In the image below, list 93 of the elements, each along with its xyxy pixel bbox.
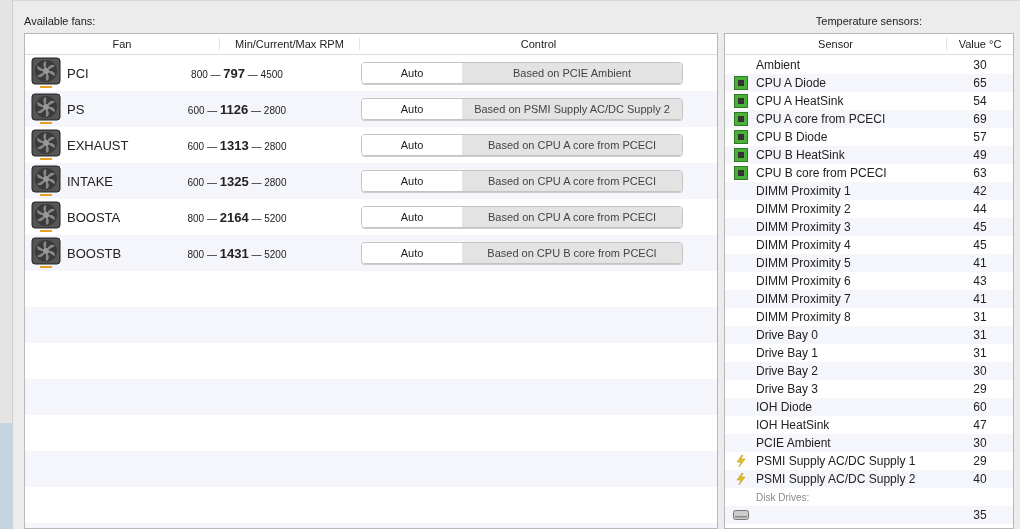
sensor-name: PSMI Supply AC/DC Supply 1 bbox=[756, 454, 916, 468]
column-header[interactable]: Control bbox=[360, 37, 717, 51]
sensor-value: 45 bbox=[972, 238, 988, 252]
column-header[interactable]: Value °C bbox=[947, 37, 1013, 51]
source-segment[interactable]: Based on PCIE Ambient bbox=[462, 63, 682, 83]
rpm-range: 600 — 1126 — 2800 bbox=[187, 101, 287, 117]
sensor-value: 63 bbox=[972, 166, 988, 180]
source-segment[interactable]: Based on CPU A core from PCECI bbox=[462, 207, 682, 227]
rpm-range: 800 — 2164 — 5200 bbox=[187, 209, 287, 225]
sensor-name: DIMM Proximity 6 bbox=[756, 274, 851, 288]
sensor-value: 69 bbox=[972, 112, 988, 126]
sensor-value: 41 bbox=[972, 256, 988, 270]
sensor-name: CPU B HeatSink bbox=[756, 148, 845, 162]
fan-name: PCI bbox=[67, 65, 90, 81]
sensor-name: IOH HeatSink bbox=[756, 418, 830, 432]
source-segment[interactable]: Based on PSMI Supply AC/DC Supply 2 bbox=[462, 99, 682, 119]
fan-icon bbox=[31, 237, 61, 269]
sensor-value: 31 bbox=[972, 346, 988, 360]
sensor-name: DIMM Proximity 1 bbox=[756, 184, 851, 198]
sensor-name: PCIE Ambient bbox=[756, 436, 831, 450]
fan-name: BOOSTB bbox=[67, 245, 123, 261]
chip-icon bbox=[733, 94, 748, 108]
sensor-value: 42 bbox=[972, 184, 988, 198]
chip-icon bbox=[733, 130, 748, 144]
sensor-value: 57 bbox=[972, 130, 988, 144]
sensor-name: Drive Bay 2 bbox=[756, 364, 819, 378]
fan-icon bbox=[31, 57, 61, 89]
fan-name: INTAKE bbox=[67, 173, 114, 189]
rpm-range: 600 — 1313 — 2800 bbox=[187, 137, 287, 153]
sensor-value: 49 bbox=[972, 148, 988, 162]
column-header[interactable]: Min/Current/Max RPM bbox=[219, 37, 361, 51]
column-header[interactable]: Sensor bbox=[725, 37, 947, 51]
lightning-icon bbox=[735, 455, 746, 467]
sensor-value: 43 bbox=[972, 274, 988, 288]
sensor-name: CPU B core from PCECI bbox=[756, 166, 887, 180]
fan-icon bbox=[31, 93, 61, 125]
sensor-value: 47 bbox=[972, 418, 988, 432]
sensor-name: CPU A HeatSink bbox=[756, 94, 844, 108]
mode-segment[interactable]: Auto bbox=[362, 243, 462, 263]
sensor-value: 30 bbox=[972, 58, 988, 72]
rpm-range: 800 — 1431 — 5200 bbox=[187, 245, 287, 261]
sensor-name: DIMM Proximity 7 bbox=[756, 292, 851, 306]
sensor-name: Drive Bay 0 bbox=[756, 328, 819, 342]
group-label: Disk Drives: bbox=[756, 491, 811, 503]
sensor-value: 44 bbox=[972, 202, 988, 216]
sensor-name: IOH Diode bbox=[756, 400, 813, 414]
chip-icon bbox=[733, 112, 748, 126]
sensor-name: DIMM Proximity 3 bbox=[756, 220, 851, 234]
column-header[interactable]: Fan bbox=[25, 37, 220, 51]
rpm-range: 600 — 1325 — 2800 bbox=[187, 173, 287, 189]
panel-title: Temperature sensors: bbox=[814, 14, 924, 29]
sensor-value: 29 bbox=[972, 382, 988, 396]
lightning-icon bbox=[735, 473, 746, 485]
sensor-name: CPU A Diode bbox=[756, 76, 827, 90]
sensor-value: 30 bbox=[972, 436, 988, 450]
sensor-value: 35 bbox=[972, 508, 988, 522]
panel-title: Available fans: bbox=[24, 14, 97, 29]
sensor-name: DIMM Proximity 2 bbox=[756, 202, 851, 216]
rpm-range: 800 — 797 — 4500 bbox=[191, 65, 283, 81]
sensor-name: Ambient bbox=[756, 58, 801, 72]
sensor-value: 40 bbox=[972, 472, 988, 486]
chip-icon bbox=[733, 166, 748, 180]
fan-icon bbox=[31, 129, 61, 161]
fan-name: BOOSTA bbox=[67, 209, 122, 225]
fan-name: PS bbox=[67, 101, 86, 117]
sensor-value: 29 bbox=[972, 454, 988, 468]
sensor-name: CPU A core from PCECI bbox=[756, 112, 886, 126]
sensor-name: CPU B Diode bbox=[756, 130, 828, 144]
sensor-value: 60 bbox=[972, 400, 988, 414]
source-segment[interactable]: Based on CPU A core from PCECI bbox=[462, 171, 682, 191]
sensor-name: DIMM Proximity 5 bbox=[756, 256, 851, 270]
sensor-name: Drive Bay 3 bbox=[756, 382, 819, 396]
mode-segment[interactable]: Auto bbox=[362, 99, 462, 119]
fan-name: EXHAUST bbox=[67, 137, 130, 153]
sensor-value: 65 bbox=[972, 76, 988, 90]
sensor-value: 54 bbox=[972, 94, 988, 108]
source-segment[interactable]: Based on CPU B core from PCECI bbox=[462, 243, 682, 263]
sensor-value: 45 bbox=[972, 220, 988, 234]
sensor-value: 31 bbox=[972, 328, 988, 342]
source-segment[interactable]: Based on CPU A core from PCECI bbox=[462, 135, 682, 155]
fan-icon bbox=[31, 165, 61, 197]
sensor-value: 31 bbox=[972, 310, 988, 324]
sensor-name: Drive Bay 1 bbox=[756, 346, 819, 360]
mode-segment[interactable]: Auto bbox=[362, 171, 462, 191]
sensor-value: 30 bbox=[972, 364, 988, 378]
sensor-value: 41 bbox=[972, 292, 988, 306]
chip-icon bbox=[733, 148, 748, 162]
chip-icon bbox=[733, 76, 748, 90]
sensor-name: DIMM Proximity 4 bbox=[756, 238, 851, 252]
sensor-name: DIMM Proximity 8 bbox=[756, 310, 851, 324]
fan-icon bbox=[31, 201, 61, 233]
drive-icon bbox=[732, 510, 749, 520]
sensor-name: PSMI Supply AC/DC Supply 2 bbox=[756, 472, 916, 486]
